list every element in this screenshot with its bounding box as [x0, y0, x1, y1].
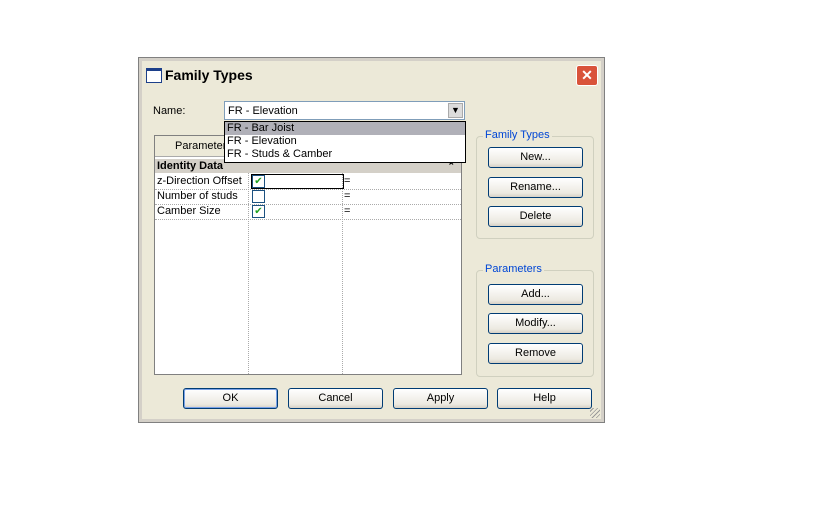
checkbox[interactable]	[252, 190, 265, 203]
family-types-dialog: Family Types ✕ Name: FR - Elevation ▼ FR…	[138, 57, 605, 423]
dropdown-option[interactable]: FR - Studs & Camber	[225, 148, 465, 161]
param-name: Camber Size	[157, 205, 221, 217]
window-icon	[146, 68, 162, 83]
formula[interactable]: =	[344, 190, 350, 202]
name-combobox[interactable]: FR - Elevation ▼	[224, 101, 465, 120]
help-button[interactable]: Help	[497, 388, 592, 409]
name-value: FR - Elevation	[228, 105, 298, 117]
title-bar: Family Types ✕	[143, 62, 600, 88]
rename-button[interactable]: Rename...	[488, 177, 583, 198]
new-button[interactable]: New...	[488, 147, 583, 168]
parameters-group: Parameters Add... Modify... Remove	[476, 263, 594, 377]
dropdown-option[interactable]: FR - Elevation	[225, 135, 465, 148]
parameter-column-header: Parameter	[175, 140, 227, 152]
delete-button[interactable]: Delete	[488, 206, 583, 227]
column-divider	[342, 173, 343, 374]
resize-grip-icon[interactable]	[590, 408, 600, 418]
chevron-down-icon[interactable]: ▼	[448, 103, 463, 118]
family-types-legend: Family Types	[483, 129, 552, 141]
close-button[interactable]: ✕	[576, 65, 598, 86]
parameter-grid: Parameter Identity Data ⌃ z-Direction Off…	[154, 135, 462, 375]
formula[interactable]: =	[344, 205, 350, 217]
param-name: Number of studs	[157, 190, 238, 202]
column-divider	[248, 173, 249, 374]
table-row[interactable]: Camber Size ✔ =	[155, 204, 461, 220]
name-label: Name:	[153, 105, 186, 117]
table-row[interactable]: Number of studs =	[155, 189, 461, 205]
group-label: Identity Data	[157, 160, 224, 172]
cancel-button[interactable]: Cancel	[288, 388, 383, 409]
formula[interactable]: =	[344, 175, 350, 187]
add-button[interactable]: Add...	[488, 284, 583, 305]
checkbox[interactable]: ✔	[252, 205, 265, 218]
apply-button[interactable]: Apply	[393, 388, 488, 409]
param-name: z-Direction Offset	[157, 175, 242, 187]
dropdown-option[interactable]: FR - Bar Joist	[225, 122, 465, 135]
modify-button[interactable]: Modify...	[488, 313, 583, 334]
dialog-title: Family Types	[165, 67, 253, 83]
table-row[interactable]: z-Direction Offset ✔ =	[155, 174, 461, 190]
name-dropdown-list: FR - Bar Joist FR - Elevation FR - Studs…	[224, 121, 466, 163]
remove-button[interactable]: Remove	[488, 343, 583, 364]
ok-button[interactable]: OK	[183, 388, 278, 409]
parameters-legend: Parameters	[483, 263, 544, 275]
family-types-group: Family Types New... Rename... Delete	[476, 129, 594, 239]
